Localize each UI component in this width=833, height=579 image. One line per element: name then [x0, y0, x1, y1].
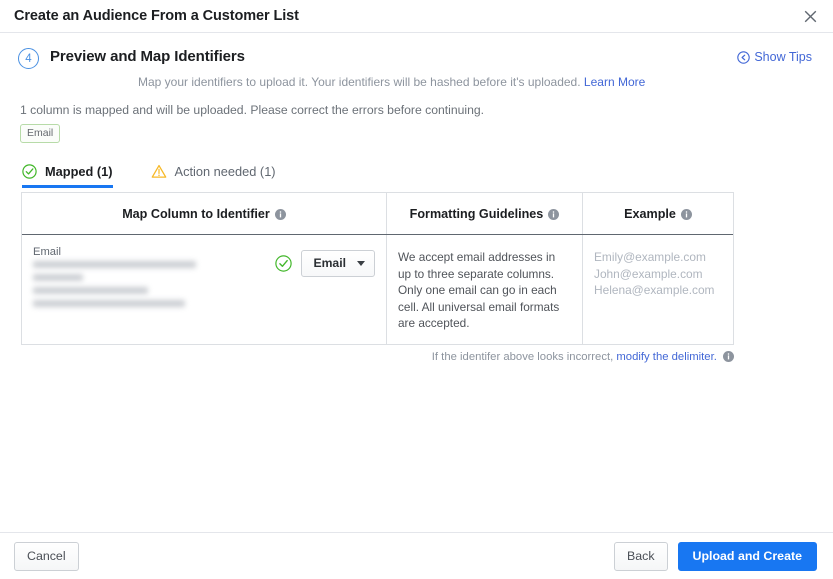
step-subtitle: Map your identifiers to upload it. Your …: [138, 74, 833, 90]
column-header-formatting-guidelines-label: Formatting Guidelines: [409, 207, 544, 221]
cell-map-column: Email Email: [22, 235, 386, 344]
chevron-left-circle-icon: [737, 50, 751, 64]
cell-formatting-guidelines: We accept email addresses in up to three…: [386, 235, 582, 344]
column-name: Email: [33, 246, 61, 258]
warning-triangle-icon: [151, 164, 167, 179]
example-list: Emily@example.com John@example.com Helen…: [594, 246, 722, 299]
modify-delimiter-link[interactable]: modify the delimiter.: [616, 351, 716, 363]
column-header-map-column-label: Map Column to Identifier: [122, 207, 270, 221]
check-circle-icon: [275, 255, 293, 272]
info-icon[interactable]: [680, 208, 692, 220]
tab-active-indicator: [22, 185, 113, 188]
column-header-map-column: Map Column to Identifier: [22, 193, 386, 234]
identifier-select[interactable]: Email: [301, 250, 375, 277]
tab-mapped-label: Mapped (1): [45, 164, 113, 179]
dialog-titlebar: Create an Audience From a Customer List: [0, 0, 833, 33]
redacted-value-line: [33, 300, 185, 307]
status-badge: Email: [20, 124, 61, 143]
info-icon[interactable]: [548, 208, 560, 220]
info-icon[interactable]: [723, 350, 734, 365]
info-icon[interactable]: [274, 208, 286, 220]
create-audience-dialog: Create an Audience From a Customer List …: [0, 0, 833, 579]
example-item: Emily@example.com: [594, 250, 706, 264]
page-title: Preview and Map Identifiers: [50, 48, 245, 65]
learn-more-link[interactable]: Learn More: [584, 75, 645, 89]
redacted-value-line: [33, 261, 196, 268]
close-icon[interactable]: [799, 5, 821, 27]
example-item: Helena@example.com: [594, 283, 715, 297]
step-header: 4 Preview and Map Identifiers Show Tips: [0, 33, 833, 69]
show-tips-link[interactable]: Show Tips: [737, 50, 812, 64]
formatting-guidelines-text: We accept email addresses in up to three…: [398, 250, 560, 330]
column-header-formatting-guidelines: Formatting Guidelines: [386, 193, 582, 234]
column-preview: Email: [33, 246, 275, 313]
mapping-table: Map Column to Identifier Formatting Guid…: [21, 192, 734, 345]
tab-mapped[interactable]: Mapped (1): [22, 164, 113, 188]
check-circle-icon: [22, 164, 37, 179]
step-number-badge: 4: [18, 48, 39, 69]
upload-and-create-button[interactable]: Upload and Create: [677, 541, 817, 571]
dialog-body: 4 Preview and Map Identifiers Show Tips …: [0, 33, 833, 532]
redacted-value-line: [33, 287, 148, 294]
chevron-down-icon: [357, 260, 365, 266]
identifier-select-value: Email: [313, 256, 346, 270]
column-header-example: Example: [582, 193, 733, 234]
redacted-value-line: [33, 274, 83, 281]
dialog-footer: Cancel Back Upload and Create: [0, 532, 833, 579]
cancel-button[interactable]: Cancel: [14, 541, 79, 571]
example-item: John@example.com: [594, 266, 703, 281]
status-message: 1 column is mapped and will be uploaded.…: [20, 103, 485, 117]
delimiter-note: If the identifer above looks incorrect, …: [21, 350, 734, 365]
column-header-example-label: Example: [624, 207, 676, 221]
mapped-chips: Email: [20, 124, 833, 143]
tab-bar: Mapped (1) Action needed (1): [22, 164, 833, 188]
cell-example: Emily@example.com John@example.com Helen…: [582, 235, 733, 344]
step-subtitle-text: Map your identifiers to upload it. Your …: [138, 75, 581, 89]
delimiter-note-text: If the identifer above looks incorrect,: [431, 350, 614, 363]
show-tips-label: Show Tips: [754, 50, 812, 64]
back-button[interactable]: Back: [613, 541, 668, 571]
tab-action-needed[interactable]: Action needed (1): [151, 164, 276, 188]
dialog-title: Create an Audience From a Customer List: [14, 8, 299, 24]
table-row: Email Email We accept email addresses in…: [22, 235, 733, 344]
table-header-row: Map Column to Identifier Formatting Guid…: [22, 193, 733, 235]
tab-action-needed-label: Action needed (1): [174, 164, 276, 179]
